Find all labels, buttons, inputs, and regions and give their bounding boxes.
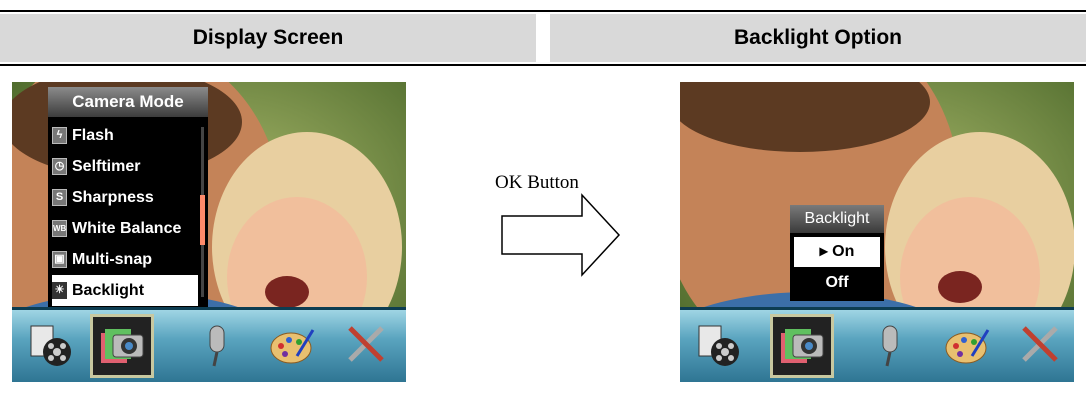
camera-tab[interactable] <box>770 314 834 378</box>
menu-item-label: White Balance <box>72 220 182 237</box>
backlight-option-on[interactable]: ▸ On <box>794 237 880 267</box>
backlight-screen: Backlight ▸ On Off <box>680 82 1074 382</box>
tools-icon[interactable] <box>342 320 392 370</box>
menu-item-label: Selftimer <box>72 158 141 175</box>
menu-item-backlight[interactable]: ☀ Backlight <box>52 275 198 306</box>
menu-item-label: Sharpness <box>72 189 154 206</box>
ok-button-label: OK Button <box>495 172 579 193</box>
menu-item-flash[interactable]: ϟ Flash <box>52 120 198 151</box>
menu-item-label: Backlight <box>72 282 145 299</box>
menu-scrollbar-thumb[interactable] <box>200 195 205 245</box>
menu-item-white-balance[interactable]: WB White Balance <box>52 213 198 244</box>
movie-icon[interactable] <box>27 320 77 370</box>
right-arrow-icon <box>501 193 621 277</box>
backlight-popup-title: Backlight <box>790 205 884 233</box>
microphone-icon[interactable] <box>192 320 242 370</box>
menu-item-selftimer[interactable]: ◷ Selftimer <box>52 151 198 182</box>
backlight-icon: ☀ <box>52 282 67 300</box>
selftimer-icon: ◷ <box>52 158 67 176</box>
menu-item-sharpness[interactable]: S Sharpness <box>52 182 198 213</box>
mode-icon-bar <box>680 307 1074 382</box>
movie-icon[interactable] <box>695 320 745 370</box>
backlight-option-off[interactable]: Off <box>794 268 880 298</box>
camera-mode-menu: Camera Mode ϟ Flash ◷ Selftimer S Sharpness… <box>48 87 208 307</box>
top-rule <box>0 10 1086 12</box>
backlight-popup: Backlight ▸ On Off <box>790 205 884 301</box>
mode-icon-bar <box>12 307 406 382</box>
menu-item-multi-snap[interactable]: ▣ Multi-snap <box>52 244 198 275</box>
header-display-screen: Display Screen <box>0 14 536 62</box>
multi-snap-icon: ▣ <box>52 251 67 269</box>
tools-icon[interactable] <box>1016 320 1066 370</box>
white-balance-icon: WB <box>52 220 67 238</box>
palette-icon[interactable] <box>267 320 317 370</box>
header-backlight-option: Backlight Option <box>550 14 1086 62</box>
camera-icon <box>101 329 144 363</box>
flash-icon: ϟ <box>52 127 67 145</box>
display-screen: Camera Mode ϟ Flash ◷ Selftimer S Sharpness… <box>12 82 406 382</box>
microphone-icon[interactable] <box>865 320 915 370</box>
sharpness-icon: S <box>52 189 67 207</box>
palette-icon[interactable] <box>942 320 992 370</box>
camera-icon <box>781 329 824 363</box>
camera-tab[interactable] <box>90 314 154 378</box>
menu-title: Camera Mode <box>48 87 208 117</box>
menu-item-label: Flash <box>72 127 114 144</box>
header-rule <box>0 64 1086 66</box>
menu-item-label: Multi-snap <box>72 251 152 268</box>
